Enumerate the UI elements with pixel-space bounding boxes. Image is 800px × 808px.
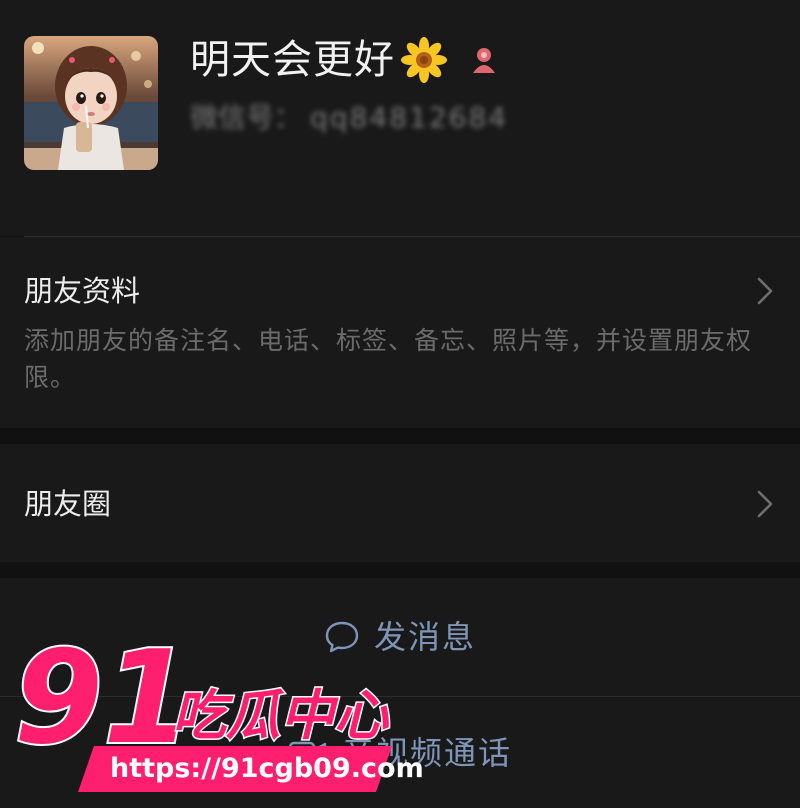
- video-call-label: 音视频通话: [341, 733, 512, 772]
- wechat-id-label: 微信号：: [190, 101, 303, 134]
- contact-profile-screen: 明天会更好 微信号： qq84812684 朋友资料 添加朋友的备注名、电话、标…: [0, 0, 800, 808]
- chevron-right-icon: [756, 276, 774, 306]
- send-message-button[interactable]: 发消息: [0, 578, 800, 696]
- chevron-right-icon: [756, 489, 774, 519]
- moments-title: 朋友圈: [24, 487, 112, 521]
- wechat-id-value: qq84812684: [310, 101, 509, 134]
- profile-header: 明天会更好 微信号： qq84812684: [0, 0, 800, 236]
- message-bubble-icon: [324, 620, 360, 654]
- friend-profile-cell[interactable]: 朋友资料 添加朋友的备注名、电话、标签、备忘、照片等，并设置朋友权限。: [0, 237, 800, 428]
- moments-cell[interactable]: 朋友圈: [0, 444, 800, 562]
- nickname-row: 明天会更好: [190, 34, 501, 86]
- friend-profile-title: 朋友资料: [24, 274, 141, 308]
- avatar[interactable]: [24, 36, 158, 170]
- friend-profile-description: 添加朋友的备注名、电话、标签、备忘、照片等，并设置朋友权限。: [24, 326, 753, 392]
- nickname: 明天会更好: [190, 37, 395, 83]
- female-gender-icon: [467, 43, 501, 77]
- video-call-icon: [288, 738, 328, 768]
- send-message-label: 发消息: [373, 618, 476, 656]
- avatar-image: [24, 36, 158, 170]
- wechat-id: 微信号： qq84812684: [190, 100, 508, 136]
- sunflower-icon: [401, 37, 447, 83]
- video-call-button[interactable]: 音视频通话: [0, 697, 800, 808]
